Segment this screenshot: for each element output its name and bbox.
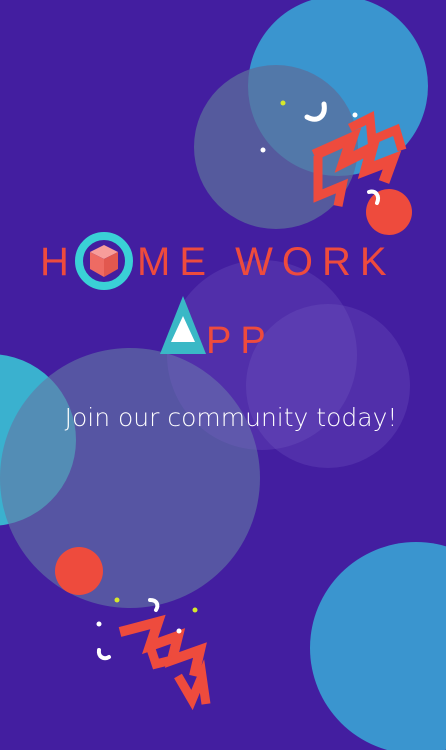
red-dot-bottom: [55, 547, 103, 595]
bg-circle-bottom-right: [310, 542, 446, 750]
triangle-icon: [160, 296, 206, 354]
splash-screen: H ME WORK PP Join our community today!: [0, 0, 446, 750]
zigzag-bottom: [118, 614, 207, 678]
title-app-rest: PP: [206, 320, 275, 362]
title-rest: ME WORK: [137, 240, 396, 284]
red-dot-top: [366, 189, 412, 235]
ring-with-cube-icon: [75, 232, 133, 290]
title-letter-h: H: [40, 240, 69, 284]
decorative-background: [0, 0, 446, 750]
tagline: Join our community today!: [64, 403, 398, 432]
